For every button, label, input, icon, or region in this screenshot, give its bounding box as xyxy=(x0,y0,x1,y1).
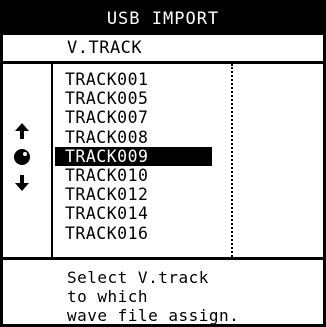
track-item[interactable]: TRACK005 xyxy=(55,89,205,108)
arrow-up-icon[interactable] xyxy=(11,120,33,142)
column-header-label: V.TRACK xyxy=(67,38,143,58)
title-bar: USB IMPORT xyxy=(3,3,323,35)
track-item-selected[interactable]: TRACK009 xyxy=(55,146,212,166)
screen-title: USB IMPORT xyxy=(106,9,220,29)
track-item[interactable]: TRACK007 xyxy=(55,108,205,127)
track-item[interactable]: TRACK008 xyxy=(55,128,205,147)
track-list-panel: TRACK001 TRACK005 TRACK007 TRACK008 TRAC… xyxy=(3,64,323,260)
track-item[interactable]: TRACK014 xyxy=(55,204,205,223)
track-item[interactable]: TRACK016 xyxy=(55,224,205,243)
help-line-2: to which xyxy=(67,287,149,306)
column-header: V.TRACK xyxy=(3,35,323,64)
help-line-3: wave file assign. xyxy=(67,306,240,325)
jog-dial-icon[interactable] xyxy=(11,146,33,168)
track-item[interactable]: TRACK001 xyxy=(55,70,205,89)
help-line-1: Select V.track xyxy=(67,268,209,287)
arrow-down-icon[interactable] xyxy=(11,172,33,194)
track-item[interactable]: TRACK010 xyxy=(55,166,205,185)
navigation-column xyxy=(3,64,53,257)
track-item[interactable]: TRACK012 xyxy=(55,185,205,204)
track-list: TRACK001 TRACK005 TRACK007 TRACK008 TRAC… xyxy=(55,70,212,243)
usb-import-screen: USB IMPORT V.TRACK TRACK001 TRACK005 TRA… xyxy=(0,0,326,327)
column-divider xyxy=(231,64,233,257)
help-text: Select V.track to which wave file assign. xyxy=(67,268,239,325)
